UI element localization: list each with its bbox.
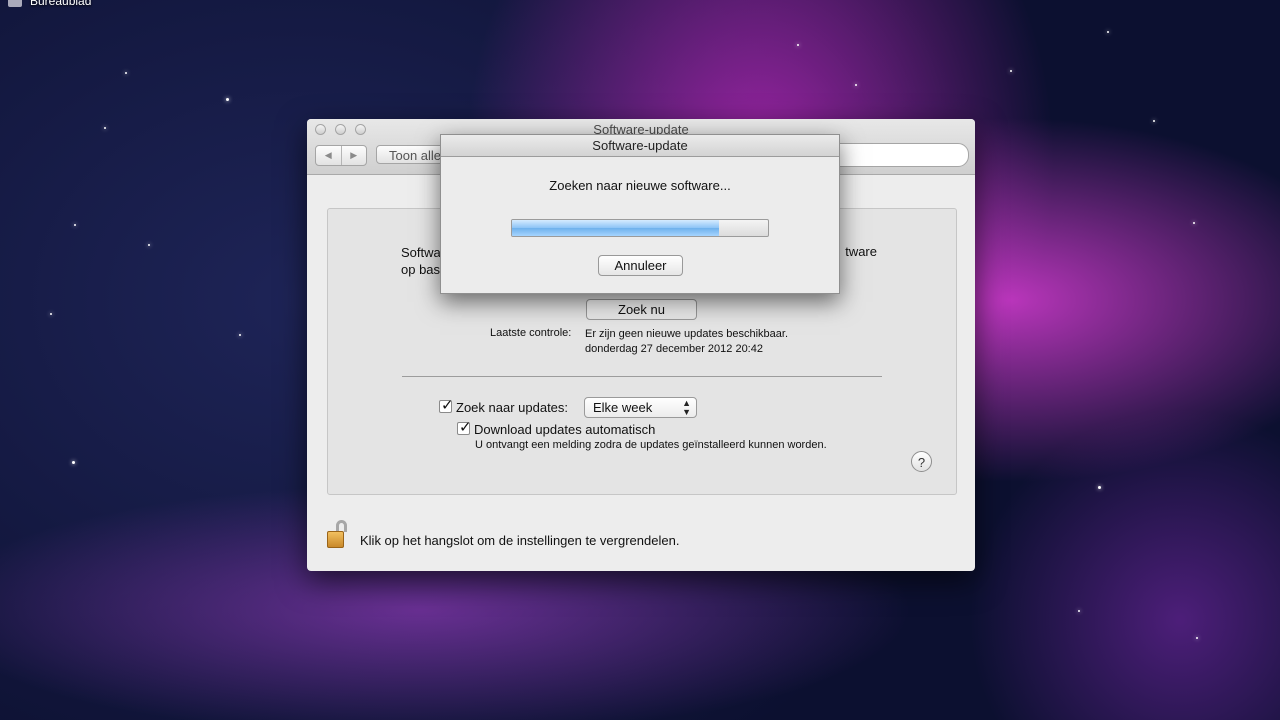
updown-arrows-icon: ▲ ▼ — [682, 398, 691, 417]
check-for-updates-label: Zoek naar updates: — [456, 400, 569, 415]
progress-fill — [512, 220, 720, 236]
check-now-button[interactable]: Zoek nu — [586, 299, 697, 320]
description-text-right: tware — [845, 244, 877, 259]
check-for-updates-checkbox[interactable]: ✓ — [439, 397, 454, 414]
show-all-button[interactable]: Toon alle — [376, 145, 446, 164]
download-automatically-checkbox[interactable]: ✓ — [457, 419, 472, 436]
lock-text: Klik op het hangslot om de instellingen … — [360, 533, 680, 548]
checkmark-icon: ✓ — [441, 397, 454, 414]
back-arrow-icon[interactable]: ◀ — [316, 146, 341, 165]
last-check-value: Er zijn geen nieuwe updates beschikbaar.… — [585, 328, 789, 355]
dialog-title: Software-update — [441, 135, 839, 157]
help-button[interactable]: ? — [911, 451, 932, 472]
download-note: U ontvangt een melding zodra de updates … — [475, 439, 827, 451]
frequency-select[interactable]: Elke week ▲ ▼ — [584, 397, 697, 418]
forward-arrow-icon[interactable]: ▶ — [340, 146, 367, 165]
dialog-message: Zoeken naar nieuwe software... — [549, 178, 731, 193]
desktop-label[interactable]: Bureaublad — [8, 0, 91, 8]
navigation-buttons: ◀ ▶ — [315, 145, 367, 166]
checking-dialog: Software-update Zoeken naar nieuwe softw… — [440, 134, 840, 294]
progress-bar — [511, 219, 769, 237]
cancel-button[interactable]: Annuleer — [598, 255, 683, 276]
search-field[interactable] — [827, 143, 969, 167]
download-automatically-label: Download updates automatisch — [474, 422, 656, 437]
padlock-icon[interactable] — [327, 520, 351, 550]
checkmark-icon: ✓ — [459, 419, 472, 436]
disk-icon — [8, 0, 22, 7]
divider — [402, 376, 882, 377]
last-check-label: Laatste controle: — [490, 327, 572, 339]
